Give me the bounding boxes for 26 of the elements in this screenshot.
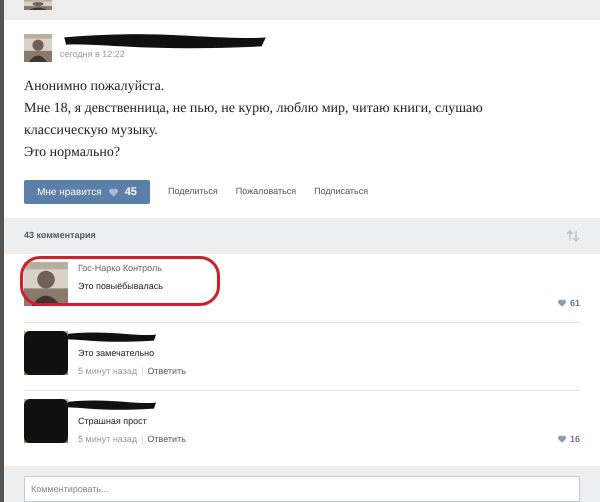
comment-text: Страшная прост <box>78 415 148 428</box>
reply-link[interactable]: Ответить <box>147 432 186 446</box>
heart-icon <box>108 186 119 198</box>
post-action-link[interactable]: Поделиться <box>168 185 218 199</box>
separator: | <box>141 432 144 446</box>
like-button[interactable]: Мне нравится 45 <box>24 180 150 204</box>
post-action-link[interactable]: Подписаться <box>314 185 368 199</box>
post-text: Анонимно пожалуйста. <box>24 78 166 96</box>
comments-count: 43 комментария <box>24 229 96 242</box>
post-text: Это нормально? <box>24 144 122 162</box>
reply-link[interactable]: Ответить <box>147 364 186 378</box>
comment-time: 5 минут назад <box>78 364 138 378</box>
heart-icon <box>556 434 567 444</box>
comment-time: 5 минут назад <box>78 432 138 446</box>
comment-field[interactable]: Комментировать... <box>24 476 580 502</box>
sort-icon[interactable] <box>566 230 580 242</box>
post-action-link[interactable]: Пожаловаться <box>236 185 296 199</box>
heart-icon <box>556 298 567 308</box>
post-time: сегодня в 12:22 <box>60 48 126 61</box>
like-count[interactable]: 61 <box>570 296 580 310</box>
post-text: Мне 18, я девственница, не пью, не курю, люблю мир, читаю книги, слушаю классическую музыку. <box>24 100 484 140</box>
comment-author[interactable]: Гос-Нарко Контроль <box>78 262 547 276</box>
comment-text: Это повыёбывалась <box>78 280 164 292</box>
comment-text: Это замечательно <box>78 347 156 360</box>
separator: | <box>141 364 144 378</box>
like-count[interactable]: 16 <box>570 432 580 446</box>
